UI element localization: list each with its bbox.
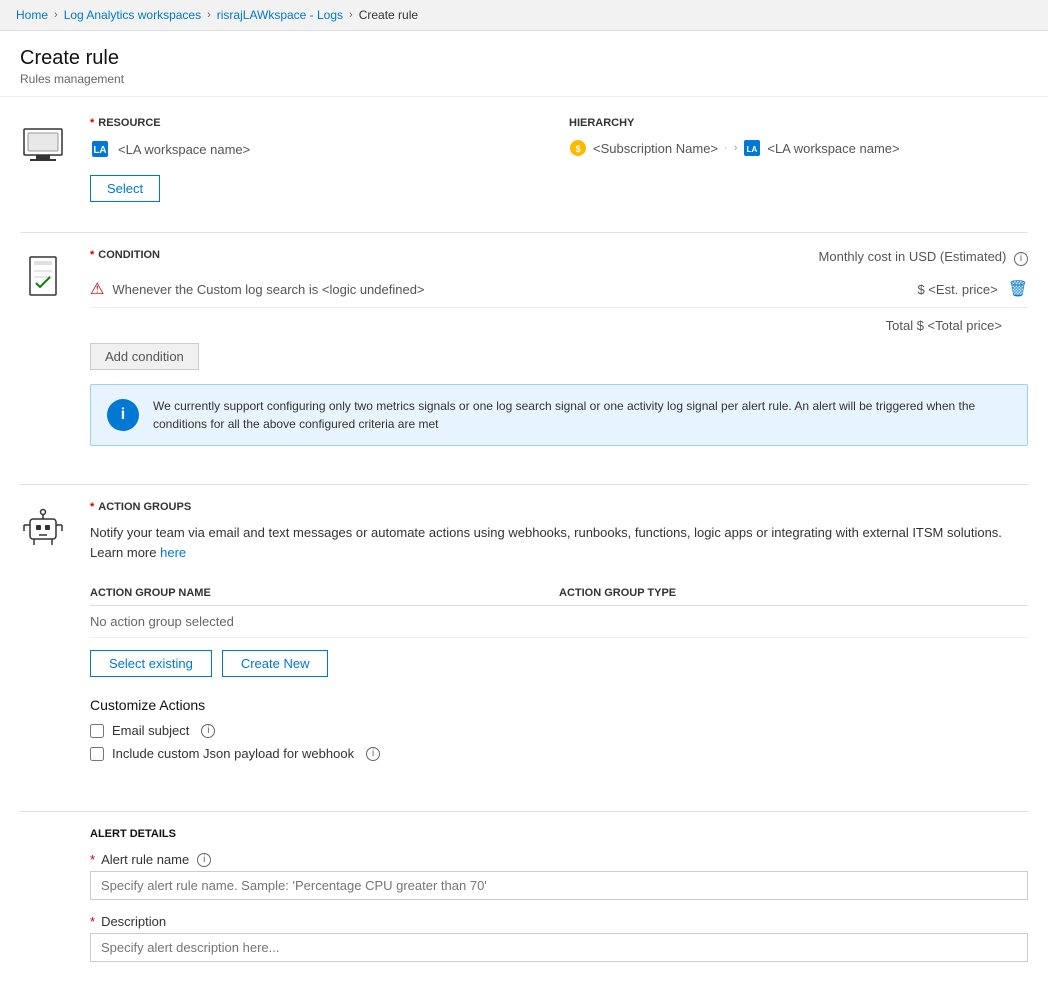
page-subtitle: Rules management <box>20 72 1028 86</box>
customize-actions-title: Customize Actions <box>90 697 1028 713</box>
webhook-payload-row: Include custom Json payload for webhook … <box>90 746 1028 761</box>
total-price: $ <Total price> <box>917 318 1002 333</box>
resource-body: * RESOURCE LA <LA workspace name> Select… <box>90 117 1028 202</box>
email-subject-label: Email subject <box>112 723 189 738</box>
webhook-payload-label: Include custom Json payload for webhook <box>112 746 354 761</box>
resource-select-button[interactable]: Select <box>90 175 160 202</box>
hierarchy-path: $ <Subscription Name> · › LA <LA workspa… <box>569 139 1028 157</box>
info-box-icon: i <box>107 399 139 431</box>
breadcrumb-log-analytics[interactable]: Log Analytics workspaces <box>64 8 201 22</box>
resource-name: <LA workspace name> <box>118 142 250 157</box>
divider-2 <box>20 484 1028 485</box>
resource-required-star: * <box>90 117 94 129</box>
divider-1 <box>20 232 1028 233</box>
action-groups-btn-row: Select existing Create New <box>90 650 1028 677</box>
svg-text:$: $ <box>575 144 580 154</box>
total-row: Total $ <Total price> <box>90 312 1028 343</box>
subscription-name: <Subscription Name> <box>593 141 718 156</box>
add-condition-button[interactable]: Add condition <box>90 343 199 370</box>
la-hierarchy-icon: LA <box>743 139 761 157</box>
svg-text:LA: LA <box>747 145 758 154</box>
ag-col-name-header: ACTION GROUP NAME <box>90 581 559 606</box>
breadcrumb-current: Create rule <box>359 8 418 22</box>
condition-row: ⚠ Whenever the Custom log search is <log… <box>90 271 1028 308</box>
divider-3 <box>20 811 1028 812</box>
subscription-icon: $ <box>569 139 587 157</box>
description-input[interactable] <box>90 933 1028 962</box>
breadcrumb: Home › Log Analytics workspaces › risraj… <box>0 0 1048 31</box>
customize-actions: Customize Actions Email subject i Includ… <box>90 697 1028 761</box>
breadcrumb-sep-2: › <box>207 9 211 21</box>
resource-icon <box>20 117 70 170</box>
email-subject-info-icon[interactable]: i <box>201 724 215 738</box>
condition-error-icon: ⚠ <box>90 279 104 299</box>
condition-est-price: $ <Est. price> <box>878 282 998 297</box>
resource-label: * RESOURCE <box>90 117 549 129</box>
hierarchy-right: HIERARCHY $ <Subscription Name> · › LA <box>569 117 1028 157</box>
condition-text-label: Whenever the Custom log search is <logic… <box>112 282 424 297</box>
alert-rule-name-label: * Alert rule name i <box>90 852 1028 867</box>
page-header: Create rule Rules management <box>0 31 1048 97</box>
condition-section: * CONDITION Monthly cost in USD (Estimat… <box>20 249 1028 454</box>
create-new-button[interactable]: Create New <box>222 650 329 677</box>
condition-required-star: * <box>90 249 94 261</box>
breadcrumb-workspace[interactable]: risrajLAWkspace - Logs <box>217 8 343 22</box>
hierarchy-dot: · <box>724 142 728 154</box>
resource-row: LA <LA workspace name> <box>90 139 549 159</box>
email-subject-row: Email subject i <box>90 723 1028 738</box>
no-group-selected: No action group selected <box>90 606 1028 638</box>
webhook-payload-checkbox[interactable] <box>90 747 104 761</box>
email-subject-checkbox[interactable] <box>90 724 104 738</box>
page-title: Create rule <box>20 47 1028 70</box>
description-label: * Description <box>90 914 1028 929</box>
alert-rule-name-input[interactable] <box>90 871 1028 900</box>
action-groups-label: * ACTION GROUPS <box>90 501 1028 513</box>
delete-condition-icon[interactable]: 🗑 <box>1008 279 1028 299</box>
ag-learn-more-link[interactable]: here <box>160 545 186 560</box>
hierarchy-label: HIERARCHY <box>569 117 1028 129</box>
action-groups-body: * ACTION GROUPS Notify your team via ema… <box>90 501 1028 781</box>
table-row: No action group selected <box>90 606 1028 638</box>
la-workspace-hierarchy-name: <LA workspace name> <box>767 141 899 156</box>
hierarchy-chevron: › <box>734 142 738 154</box>
alert-details-section: ALERT DETAILS * Alert rule name i * Desc… <box>20 828 1028 976</box>
webhook-info-icon[interactable]: i <box>366 747 380 761</box>
condition-label: * CONDITION <box>90 249 160 261</box>
resource-section: * RESOURCE LA <LA workspace name> Select… <box>20 117 1028 202</box>
action-groups-icon <box>20 501 70 554</box>
monthly-cost-info-icon[interactable]: i <box>1014 252 1028 266</box>
info-box-text: We currently support configuring only tw… <box>153 397 1011 433</box>
condition-info-box: i We currently support configuring only … <box>90 384 1028 446</box>
ag-required-star: * <box>90 501 94 513</box>
alert-rule-info-icon[interactable]: i <box>197 853 211 867</box>
condition-icon <box>20 249 70 302</box>
alert-details-label: ALERT DETAILS <box>90 828 1028 840</box>
resource-left: * RESOURCE LA <LA workspace name> Select <box>90 117 549 202</box>
condition-body: * CONDITION Monthly cost in USD (Estimat… <box>90 249 1028 454</box>
breadcrumb-sep-3: › <box>349 9 353 21</box>
ag-description: Notify your team via email and text mess… <box>90 523 1028 562</box>
monthly-cost-header: Monthly cost in USD (Estimated) i <box>819 249 1028 266</box>
breadcrumb-home[interactable]: Home <box>16 8 48 22</box>
select-existing-button[interactable]: Select existing <box>90 650 212 677</box>
ag-col-type-header: ACTION GROUP TYPE <box>559 581 1028 606</box>
breadcrumb-sep-1: › <box>54 9 58 21</box>
action-groups-table: ACTION GROUP NAME ACTION GROUP TYPE No a… <box>90 581 1028 638</box>
action-groups-section: * ACTION GROUPS Notify your team via ema… <box>20 501 1028 781</box>
la-workspace-icon: LA <box>90 139 110 159</box>
svg-text:LA: LA <box>93 145 106 156</box>
